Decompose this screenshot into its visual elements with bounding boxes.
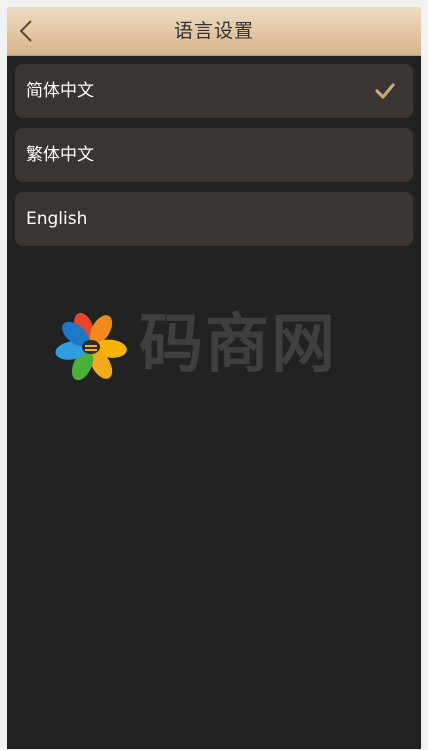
watermark-text: 码商网: [139, 308, 337, 382]
page-title: 语言设置: [173, 20, 254, 42]
watermark: 码商网: [51, 307, 351, 387]
header-bar: 语言设置: [7, 7, 421, 56]
language-label: 繁体中文: [26, 145, 94, 165]
language-option-traditional-chinese[interactable]: 繁体中文: [15, 128, 413, 182]
app-screen: 语言设置 简体中文 繁体中文 English 码商网: [7, 7, 421, 749]
language-label: English: [26, 209, 88, 229]
language-option-simplified-chinese[interactable]: 简体中文: [15, 64, 413, 118]
flower-logo: [55, 312, 127, 381]
language-option-english[interactable]: English: [15, 192, 413, 246]
language-label: 简体中文: [26, 81, 94, 101]
language-list: 简体中文 繁体中文 English: [15, 64, 413, 256]
checkmark-icon: [375, 83, 395, 99]
